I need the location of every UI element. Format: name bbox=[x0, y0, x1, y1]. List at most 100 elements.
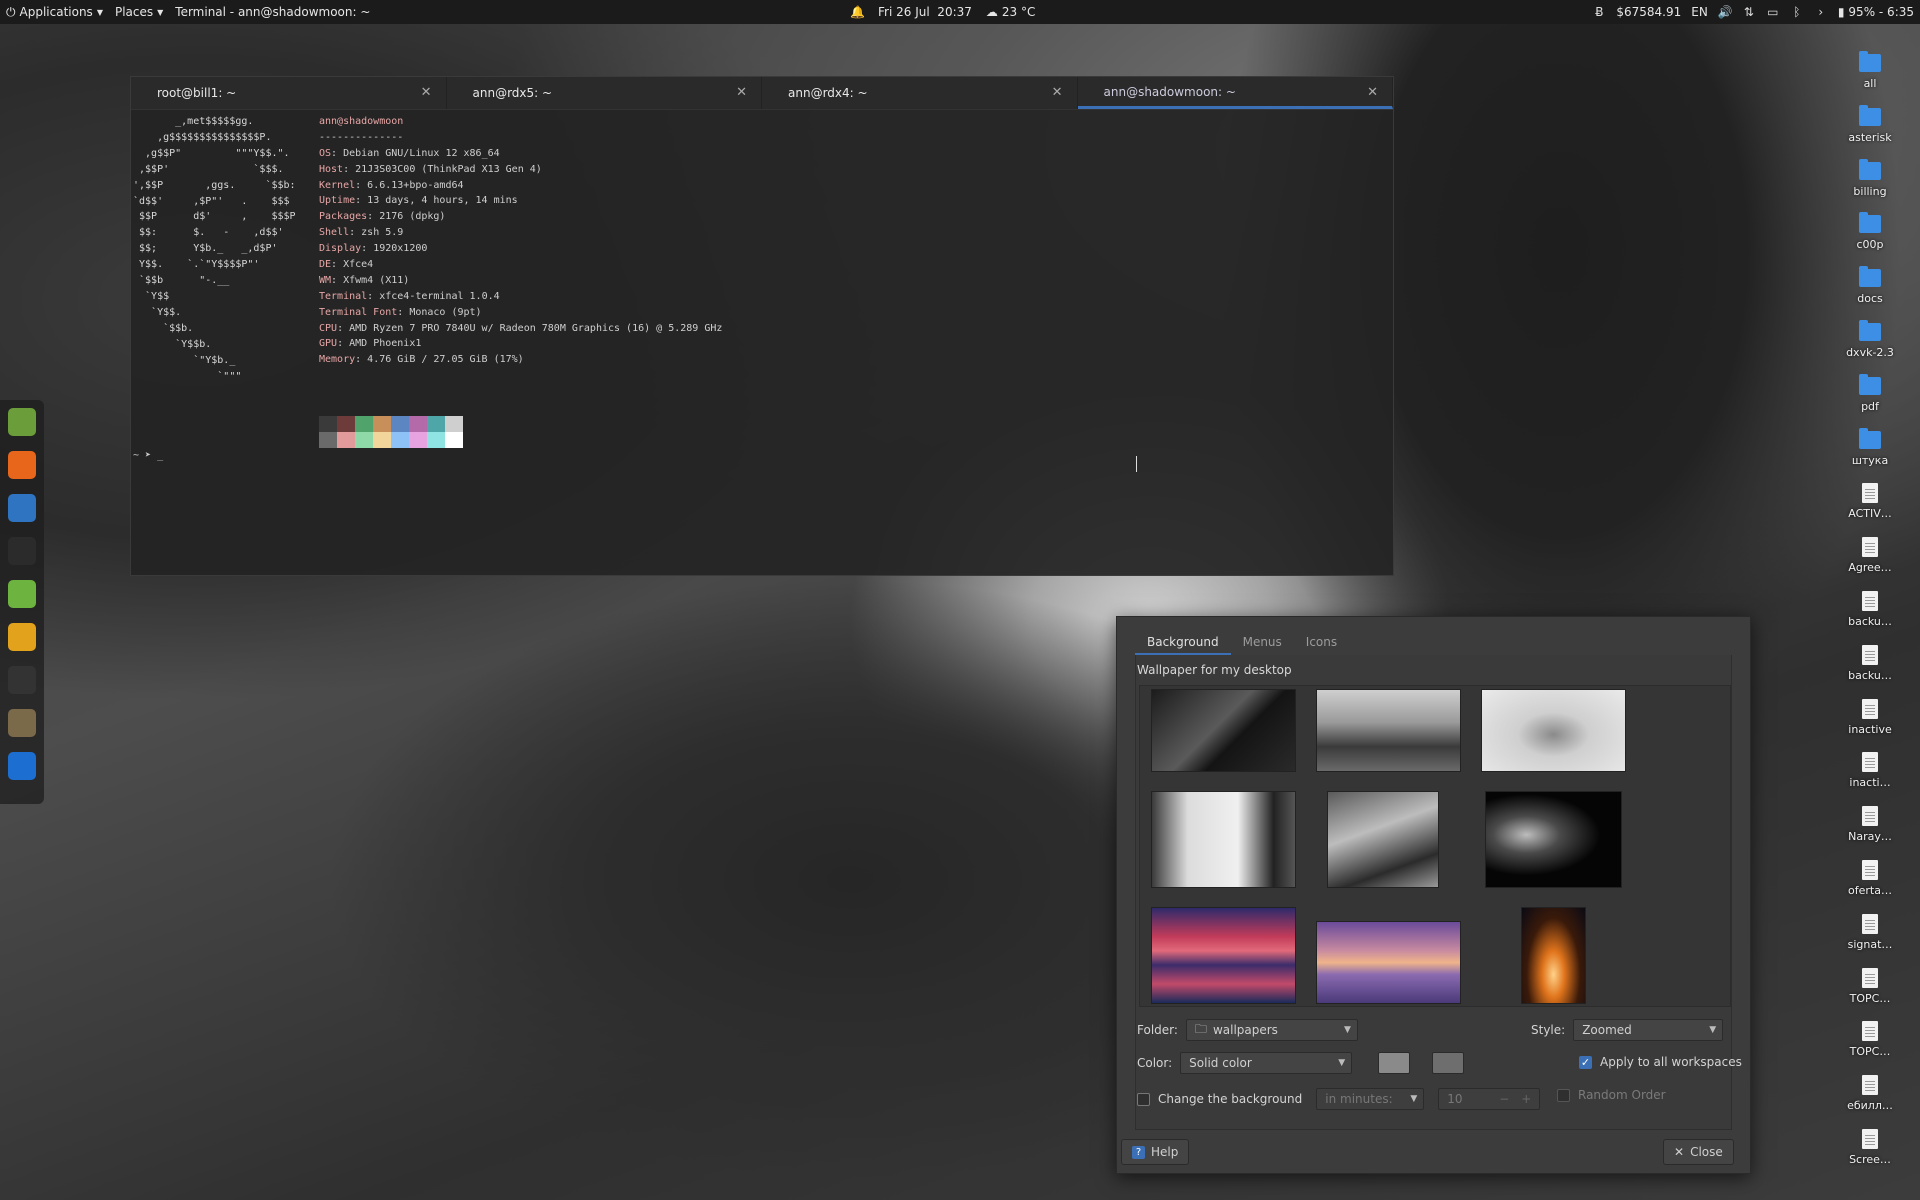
random-order-checkbox[interactable] bbox=[1557, 1088, 1570, 1102]
desktop-icon[interactable]: TOPC… bbox=[1835, 1016, 1905, 1070]
desktop-icon[interactable]: inactive bbox=[1835, 694, 1905, 748]
terminal-tab[interactable]: ann@rdx4: ~ ✕ bbox=[762, 77, 1078, 109]
desktop-icon[interactable]: backu… bbox=[1835, 640, 1905, 694]
balance-readout[interactable]: $67584.91 bbox=[1616, 5, 1681, 19]
palette-swatch bbox=[427, 416, 445, 432]
terminal-tab-active[interactable]: ann@shadowmoon: ~ ✕ bbox=[1077, 77, 1393, 109]
info-value: 1920x1200 bbox=[373, 243, 428, 255]
desktop-icon[interactable]: backu… bbox=[1835, 586, 1905, 640]
desktop-icon[interactable]: inacti… bbox=[1835, 747, 1905, 801]
network-icon[interactable]: ⇅ bbox=[1742, 6, 1756, 18]
desktop-icon[interactable]: docs bbox=[1835, 263, 1905, 317]
terminal-window[interactable]: root@bill1: ~ ✕ ann@rdx5: ~ ✕ ann@rdx4: … bbox=[130, 76, 1394, 576]
minus-icon[interactable]: − bbox=[1499, 1092, 1509, 1106]
battery[interactable]: ▮ 95% - 6:35 bbox=[1838, 5, 1914, 19]
files-icon[interactable] bbox=[8, 408, 36, 436]
wallpaper-thumbnail[interactable] bbox=[1151, 907, 1296, 1004]
secondary-color-button[interactable] bbox=[1432, 1052, 1465, 1074]
wallpaper-thumbnail[interactable] bbox=[1151, 791, 1296, 888]
close-icon[interactable]: ✕ bbox=[736, 85, 747, 100]
close-icon[interactable]: ✕ bbox=[1052, 85, 1063, 100]
folder-select[interactable]: 🗀 wallpapers ▼ bbox=[1185, 1019, 1358, 1041]
wallpaper-thumbnail[interactable] bbox=[1521, 907, 1586, 1004]
help-button[interactable]: ? Help bbox=[1121, 1139, 1190, 1165]
close-icon[interactable]: ✕ bbox=[1367, 85, 1378, 100]
contacts-icon[interactable] bbox=[8, 580, 36, 608]
info-line: GPU: AMD Phoenix1 bbox=[319, 336, 722, 352]
terminal-icon[interactable] bbox=[8, 537, 36, 565]
desktop-icon[interactable]: ACTIV… bbox=[1835, 478, 1905, 532]
desktop-icon[interactable] bbox=[8, 752, 36, 780]
change-bg-label[interactable]: Change the background bbox=[1158, 1092, 1302, 1106]
applications-menu[interactable]: ⏻ Applications ▼ bbox=[0, 5, 109, 20]
plus-icon[interactable]: + bbox=[1521, 1092, 1531, 1106]
desktop-icon[interactable]: pdf bbox=[1835, 371, 1905, 425]
places-menu[interactable]: Places ▼ bbox=[109, 5, 169, 19]
wallpaper-gallery[interactable] bbox=[1139, 685, 1731, 1007]
random-order-label[interactable]: Random Order bbox=[1578, 1088, 1666, 1102]
wallpaper-thumbnail[interactable] bbox=[1316, 921, 1461, 1004]
info-value: 4.76 GiB / 27.05 GiB (17%) bbox=[367, 354, 524, 366]
desktop-icon[interactable]: dxvk-2.3 bbox=[1835, 317, 1905, 371]
desktop-icon[interactable]: billing bbox=[1835, 156, 1905, 210]
cloud-icon: ☁ bbox=[985, 5, 998, 19]
desktop-icon[interactable]: Agree… bbox=[1835, 532, 1905, 586]
desktop-icon[interactable]: c00p bbox=[1835, 209, 1905, 263]
amazon-icon[interactable] bbox=[8, 666, 36, 694]
wallpaper-thumbnail[interactable] bbox=[1316, 689, 1461, 772]
change-bg-checkbox[interactable] bbox=[1137, 1092, 1150, 1106]
clock[interactable]: Fri 26 Jul 20:37 bbox=[878, 5, 972, 19]
bell-icon[interactable]: 🔔 bbox=[850, 6, 865, 18]
wallpaper-thumbnail[interactable] bbox=[1481, 689, 1626, 772]
wallpaper-thumbnail[interactable] bbox=[1151, 689, 1296, 772]
interval-spinner[interactable]: 10 − + bbox=[1438, 1088, 1541, 1110]
desktop-icon[interactable]: asterisk bbox=[1835, 102, 1905, 156]
gimp-icon[interactable] bbox=[8, 709, 36, 737]
tab-icons[interactable]: Icons bbox=[1294, 629, 1349, 655]
chevron-right-icon[interactable]: › bbox=[1814, 6, 1828, 18]
shell-prompt[interactable]: ~ ➤ _ bbox=[133, 448, 163, 464]
info-colon: : bbox=[349, 227, 362, 239]
desktop-icon-label: Scree… bbox=[1849, 1152, 1891, 1166]
volume-icon[interactable]: 🔊 bbox=[1718, 6, 1733, 18]
primary-color-button[interactable] bbox=[1378, 1052, 1411, 1074]
bitcoin-icon[interactable]: Ƀ bbox=[1592, 6, 1606, 18]
color-select[interactable]: Solid color ▼ bbox=[1180, 1052, 1353, 1074]
terminal-tab[interactable]: ann@rdx5: ~ ✕ bbox=[447, 77, 762, 109]
close-icon[interactable]: ✕ bbox=[421, 85, 432, 100]
info-value: xfce4-terminal 1.0.4 bbox=[379, 290, 500, 302]
info-value: 13 days, 4 hours, 14 mins bbox=[367, 195, 518, 207]
apply-all-label[interactable]: Apply to all workspaces bbox=[1600, 1055, 1742, 1069]
desktop-icon[interactable]: TOPC… bbox=[1835, 963, 1905, 1017]
active-window-title[interactable]: Terminal - ann@shadowmoon: ~ bbox=[169, 5, 376, 19]
desktop-icon-label: signat… bbox=[1847, 937, 1893, 951]
desktop-icon[interactable]: all bbox=[1835, 48, 1905, 102]
desktop-icon-label: Agree… bbox=[1848, 561, 1892, 575]
tab-menus[interactable]: Menus bbox=[1231, 629, 1294, 655]
folder-value: wallpapers bbox=[1212, 1023, 1278, 1037]
tab-background[interactable]: Background bbox=[1135, 629, 1231, 655]
desktop-icon[interactable]: Scree… bbox=[1835, 1124, 1905, 1178]
desktop-icon[interactable]: signat… bbox=[1835, 909, 1905, 963]
weather[interactable]: ☁ 23 °C bbox=[986, 5, 1035, 19]
change-bg-row: Change the background in minutes: ▼ 10 −… bbox=[1137, 1088, 1541, 1110]
info-colon: : bbox=[343, 163, 356, 175]
desktop-icon[interactable]: Naray… bbox=[1835, 801, 1905, 855]
thunderbird-icon[interactable] bbox=[8, 494, 36, 522]
desktop-icon[interactable]: ебилл… bbox=[1835, 1070, 1905, 1124]
keyboard-layout[interactable]: EN bbox=[1691, 5, 1708, 19]
wallpaper-thumbnail[interactable] bbox=[1327, 791, 1439, 888]
desktop-icon[interactable]: штука bbox=[1835, 425, 1905, 479]
close-button[interactable]: ✕ Close bbox=[1663, 1139, 1734, 1165]
firefox-icon[interactable] bbox=[8, 451, 36, 479]
desktop-icon[interactable]: oferta… bbox=[1835, 855, 1905, 909]
bluetooth-icon[interactable]: ᛒ bbox=[1790, 6, 1804, 18]
apply-all-checkbox[interactable]: ✓ bbox=[1579, 1055, 1592, 1069]
wallpaper-thumbnail[interactable] bbox=[1485, 791, 1622, 888]
style-select[interactable]: Zoomed ▼ bbox=[1573, 1019, 1724, 1041]
desktop-icon-label: oferta… bbox=[1848, 883, 1892, 897]
interval-unit-select[interactable]: in minutes: ▼ bbox=[1316, 1088, 1425, 1110]
chat-icon[interactable] bbox=[8, 623, 36, 651]
terminal-tab[interactable]: root@bill1: ~ ✕ bbox=[131, 77, 447, 109]
message-icon[interactable]: ▭ bbox=[1766, 6, 1780, 18]
